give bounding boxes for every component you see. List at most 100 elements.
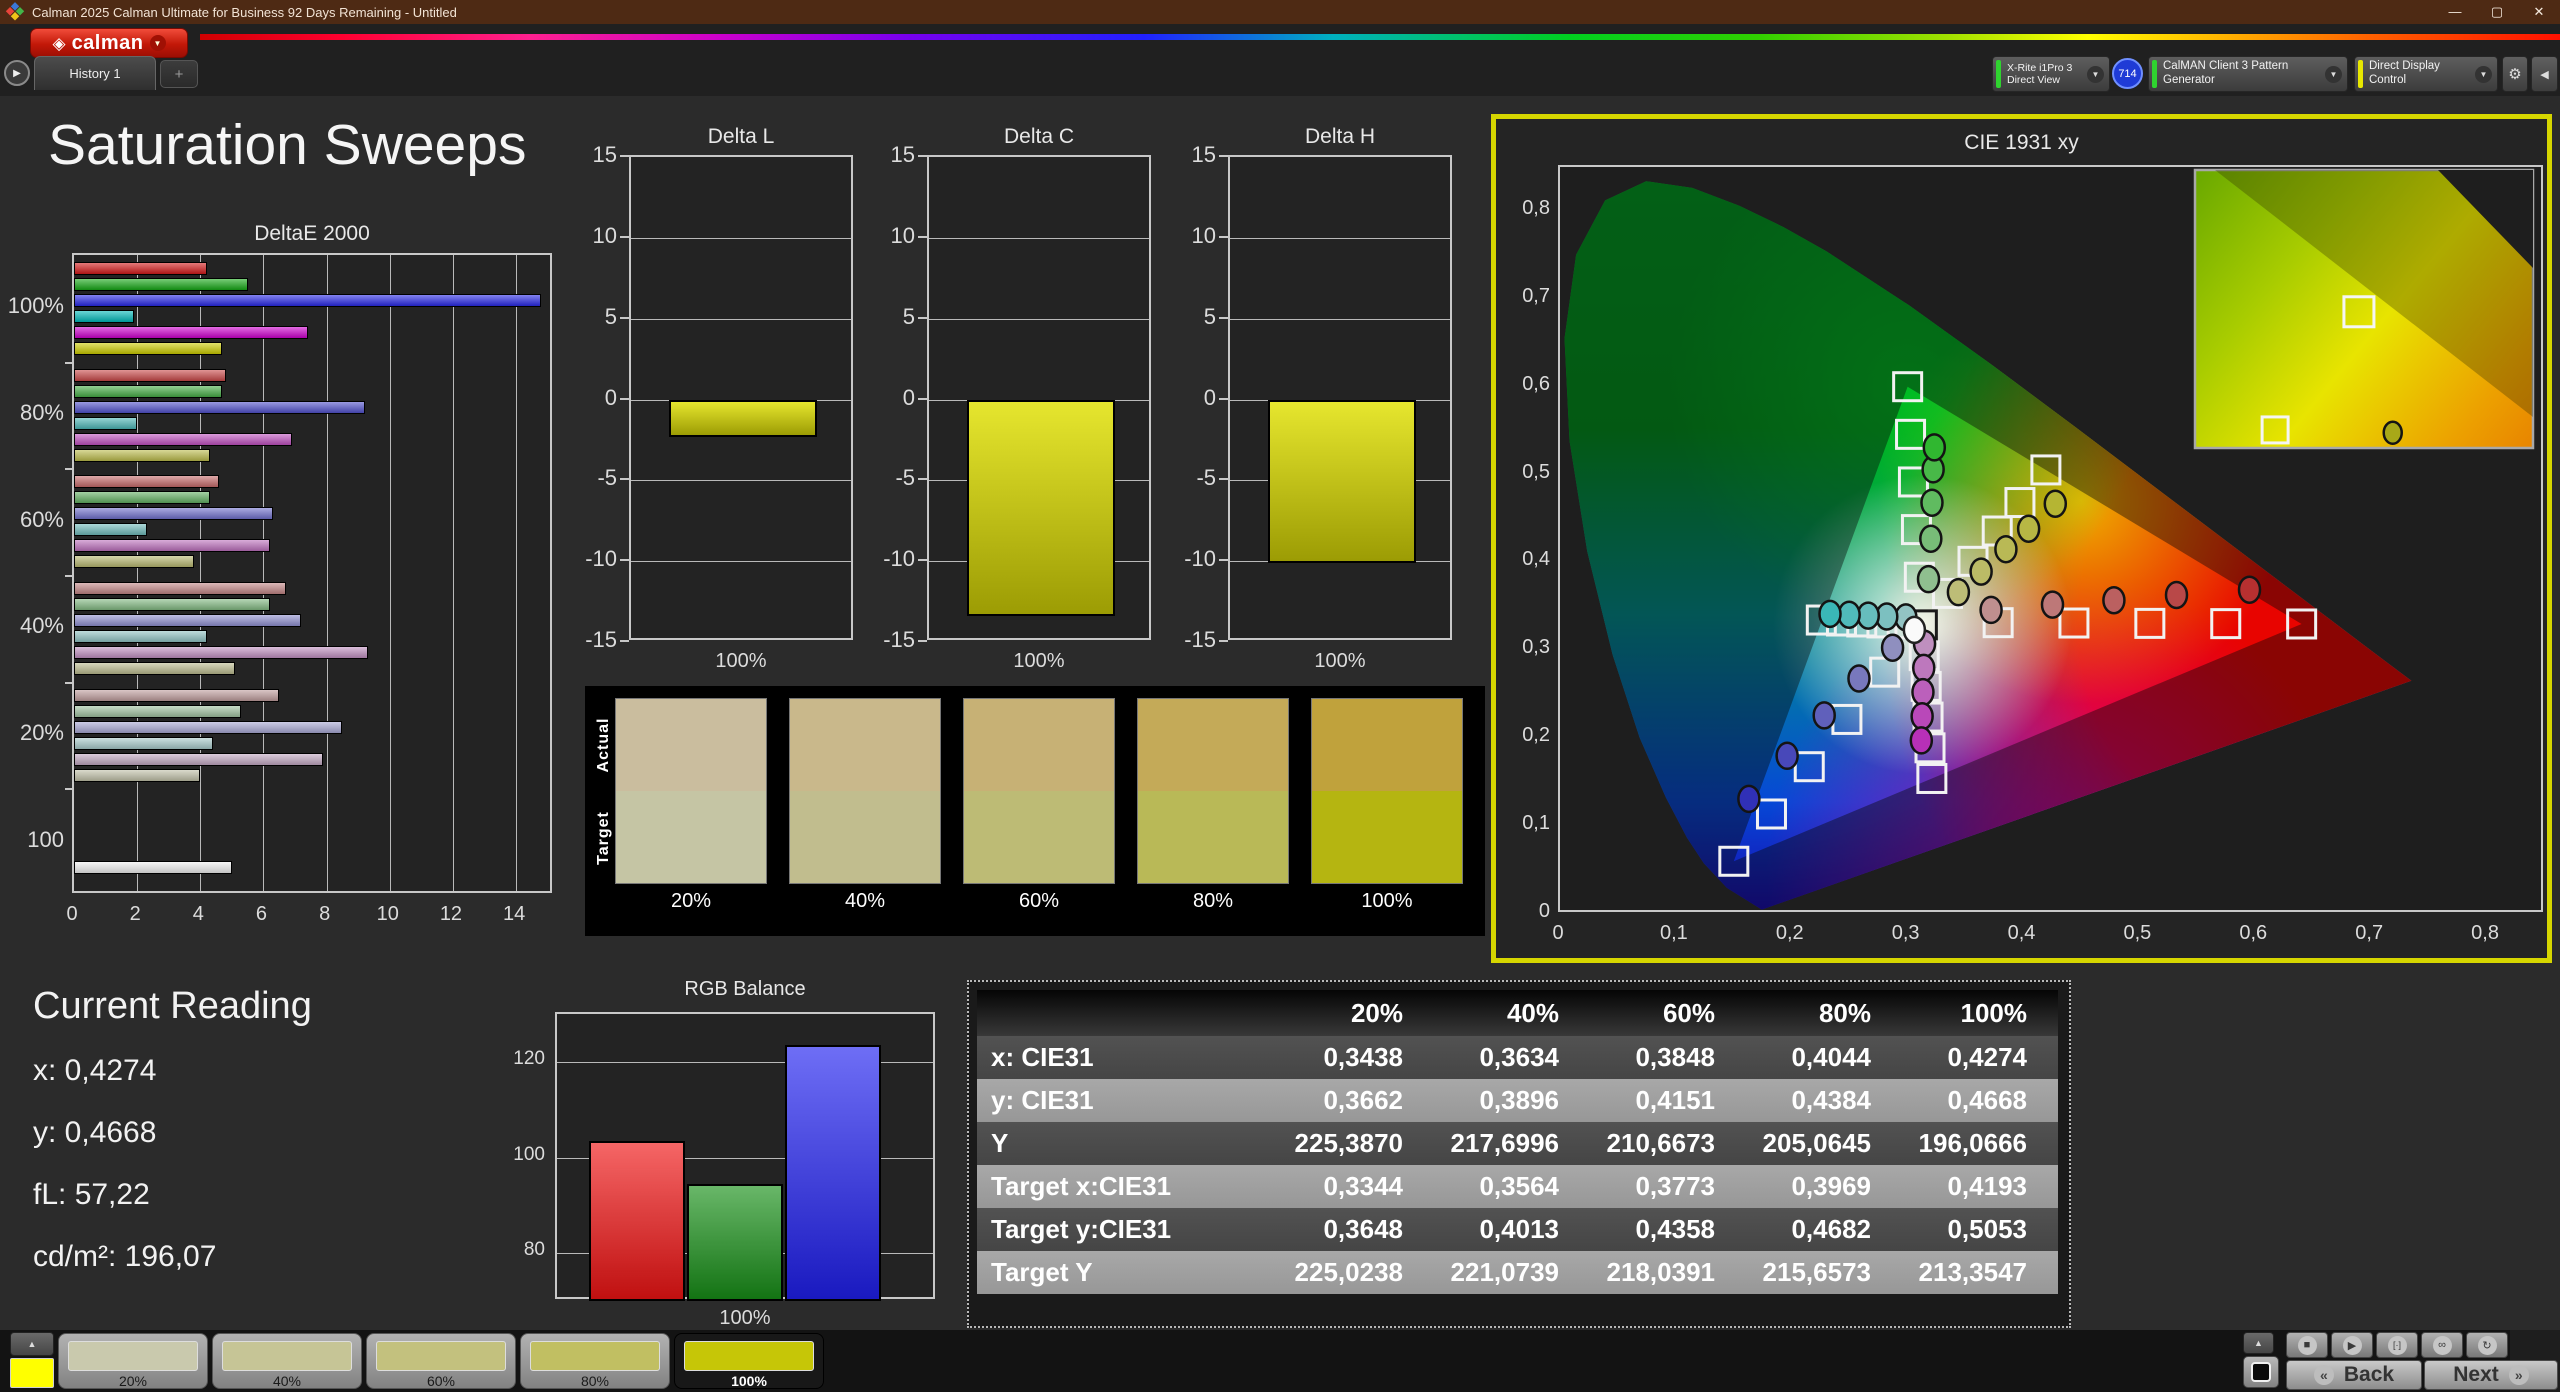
x-tick-label: 0,6 — [2239, 922, 2268, 944]
measured-marker — [1912, 653, 1936, 683]
chart-element — [918, 478, 927, 481]
y-tick-label: 0,4 — [1522, 548, 1550, 571]
table-cell: 0,5053 — [1947, 1214, 2027, 1244]
pattern-swatch-80%[interactable]: 80% — [520, 1333, 670, 1389]
x-tick-label: 0 — [66, 903, 78, 925]
play-button[interactable]: ▶ — [2331, 1332, 2373, 1358]
delta-e-bar — [74, 310, 134, 323]
x-tick-label: 10 — [376, 903, 399, 925]
column-header: 20% — [1350, 997, 1403, 1028]
display-control-dropdown[interactable]: Direct Display Control ▼ — [2354, 56, 2498, 92]
swatch-column-label: 40% — [844, 890, 886, 912]
reading-cdm2: cd/m²: 196,07 — [33, 1240, 217, 1273]
green-balance-bar — [687, 1183, 783, 1301]
pattern-swatch-20%[interactable]: 20% — [58, 1333, 208, 1389]
swatch-column-100% — [1311, 698, 1463, 884]
column-header: 40% — [1506, 997, 1559, 1028]
delta-h-plot-area — [1228, 155, 1452, 640]
meter-dropdown[interactable]: X-Rite i1Pro 3 Direct View ▼ — [1992, 56, 2110, 92]
y-tick-label: 0 — [1203, 384, 1216, 410]
delta_c-bar — [967, 399, 1115, 617]
settings-button[interactable]: ⚙ — [2502, 56, 2528, 92]
saturation-results-table[interactable]: 20% 40% 60% 80% 100% x: CIE31 0,3438 0,3634 0,38… — [967, 980, 2071, 1328]
table-cell: 225,3870 — [1294, 1128, 1403, 1158]
actual-swatch — [790, 699, 940, 791]
table-cell: 0,3438 — [1323, 1042, 1403, 1072]
x-tick-label: 0,8 — [2471, 922, 2499, 944]
stop-button[interactable]: ■ — [2286, 1332, 2328, 1358]
delta-e-bar — [74, 342, 223, 355]
workflow-expander-button[interactable]: ▶ — [4, 60, 30, 86]
x-tick-label: 0,4 — [2007, 922, 2036, 944]
back-button[interactable]: « Back — [2286, 1360, 2422, 1390]
pattern-swatch-40%[interactable]: 40% — [212, 1333, 362, 1389]
expand-patterns-button[interactable]: ▲ — [10, 1332, 54, 1356]
calman-menu-button[interactable]: ◈ calman ▼ — [30, 28, 188, 58]
swatch-label: 40% — [272, 1373, 302, 1389]
actual-swatch — [964, 699, 1114, 791]
tab-history-1[interactable]: History 1 — [34, 56, 156, 90]
next-button[interactable]: Next » — [2424, 1360, 2558, 1390]
expand-measure-controls-button[interactable]: ▲ — [2243, 1332, 2274, 1354]
chart-element — [918, 397, 927, 400]
meter-status-indicator — [1996, 60, 2001, 88]
x-category-label: 100% — [1013, 650, 1065, 672]
chart-element — [620, 155, 629, 157]
actual-swatch — [616, 699, 766, 791]
row-label: y: CIE31 — [991, 1085, 1094, 1115]
chart-element — [620, 559, 629, 562]
gridline — [452, 255, 454, 891]
table-cell: 0,4044 — [1791, 1042, 1871, 1072]
y-tick-label: 0,3 — [1522, 636, 1550, 659]
close-button[interactable]: ✕ — [2518, 4, 2560, 20]
window-title: Calman 2025 Calman Ultimate for Business… — [32, 4, 457, 20]
measured-marker — [1910, 702, 1934, 731]
chart-element — [918, 640, 927, 642]
table-cell: 0,4193 — [1947, 1171, 2027, 1201]
y-tick-label: 0 — [1538, 900, 1550, 922]
chevron-left-icon: ◀ — [2540, 68, 2549, 81]
delta-e-bar — [74, 384, 223, 398]
target-row-label: Target — [595, 811, 612, 865]
measured-marker — [1812, 701, 1836, 730]
pattern-generator-dropdown[interactable]: CalMAN Client 3 Pattern Generator ▼ — [2148, 56, 2348, 92]
refresh-button[interactable]: ↻ — [2466, 1332, 2508, 1358]
single-measure-button[interactable]: [·] — [2376, 1332, 2418, 1358]
table-cell: 0,4358 — [1635, 1214, 1715, 1244]
swatch-color — [530, 1341, 660, 1371]
y-group-label: 100 — [27, 826, 64, 852]
table-cell: 0,3969 — [1791, 1171, 1871, 1201]
swatch-column-label: 20% — [670, 890, 712, 912]
pattern-swatch-60%[interactable]: 60% — [366, 1333, 516, 1389]
table-cell: 0,4668 — [1947, 1085, 2027, 1115]
chart-element — [1219, 155, 1228, 157]
gridline — [631, 237, 851, 239]
collapse-panel-button[interactable]: ◀ — [2531, 56, 2558, 92]
continuous-measure-button[interactable]: ∞ — [2421, 1332, 2463, 1358]
column-header: 100% — [1960, 997, 2028, 1028]
minimize-button[interactable]: — — [2434, 4, 2476, 20]
y-tick-label: 5 — [1203, 303, 1216, 329]
swatch-column-20% — [615, 698, 767, 884]
table-cell: 210,6673 — [1606, 1128, 1715, 1158]
delta-e-bar — [74, 475, 220, 489]
meter-label: X-Rite i1Pro 3 Direct View — [2007, 61, 2073, 86]
stop-measure-button[interactable] — [2243, 1356, 2279, 1388]
swatch-label: 20% — [118, 1373, 148, 1389]
cie-1931-xy-panel[interactable]: CIE 1931 xy 0 0 0,1 0,1 0,2 0,2 0,3 0,3 0,4 0,4 0,… — [1491, 114, 2552, 963]
delta_l-bar — [669, 399, 817, 437]
measured-marker — [1847, 664, 1871, 693]
restore-button[interactable]: ▢ — [2476, 4, 2518, 20]
measured-marker — [2016, 514, 2041, 543]
table-cell: 217,6996 — [1450, 1128, 1559, 1158]
chart-element — [1219, 316, 1228, 319]
rgb-balance-plot-area — [555, 1012, 935, 1301]
measured-marker — [1979, 595, 2003, 625]
y-tick-label: 15 — [890, 142, 915, 167]
x-tick-label: 8 — [319, 903, 331, 925]
swatch-color — [376, 1341, 506, 1371]
gridline — [631, 318, 851, 320]
add-tab-button[interactable]: + — [160, 60, 198, 88]
reading-fl: fL: 57,22 — [33, 1178, 150, 1211]
pattern-swatch-100%[interactable]: 100% — [674, 1333, 824, 1389]
